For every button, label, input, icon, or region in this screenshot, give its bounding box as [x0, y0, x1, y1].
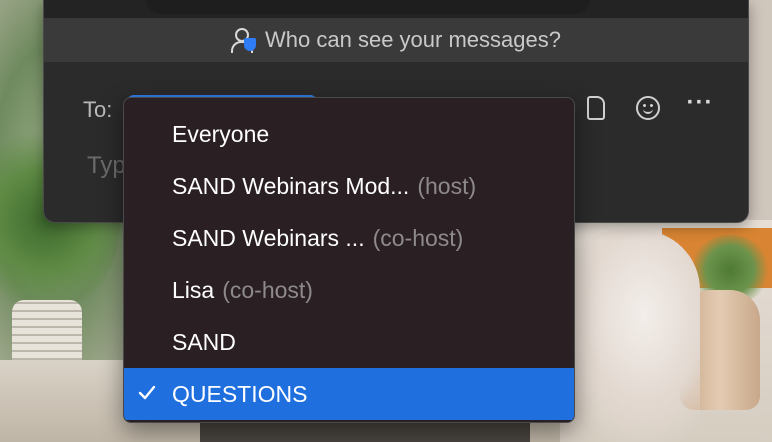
background-shadow	[200, 420, 530, 442]
visibility-label: Who can see your messages?	[265, 27, 561, 52]
emoji-icon[interactable]	[632, 92, 664, 124]
recipient-menu: Everyone SAND Webinars Mod... (host) SAN…	[123, 97, 575, 423]
menu-item-sand[interactable]: SAND	[124, 316, 574, 368]
menu-item-questions[interactable]: QUESTIONS	[124, 368, 574, 420]
menu-item-sand-webinars[interactable]: SAND Webinars ... (co-host)	[124, 212, 574, 264]
chat-top-field[interactable]	[146, 0, 590, 14]
menu-item-name: QUESTIONS	[172, 380, 308, 407]
menu-item-name: SAND Webinars ...	[172, 224, 365, 251]
menu-item-everyone[interactable]: Everyone	[124, 108, 574, 160]
message-visibility-bar[interactable]: Who can see your messages?	[44, 18, 748, 62]
menu-item-name: SAND Webinars Mod...	[172, 172, 410, 199]
more-options-icon[interactable]: ···	[684, 91, 716, 124]
menu-item-sand-webinars-mod[interactable]: SAND Webinars Mod... (host)	[124, 160, 574, 212]
menu-item-name: Everyone	[172, 120, 270, 147]
menu-item-role: (host)	[417, 172, 477, 199]
message-input-placeholder[interactable]: Typ	[87, 152, 126, 180]
checkmark-icon	[138, 385, 156, 400]
menu-item-role: (co-host)	[372, 224, 464, 251]
menu-item-lisa[interactable]: Lisa (co-host)	[124, 264, 574, 316]
background-person	[560, 230, 700, 442]
user-shield-icon	[231, 27, 257, 53]
menu-item-role: (co-host)	[222, 276, 313, 303]
menu-item-name: Lisa	[172, 276, 215, 303]
to-label: To:	[83, 97, 113, 122]
file-icon[interactable]	[580, 92, 612, 124]
menu-item-name: SAND	[172, 328, 236, 355]
